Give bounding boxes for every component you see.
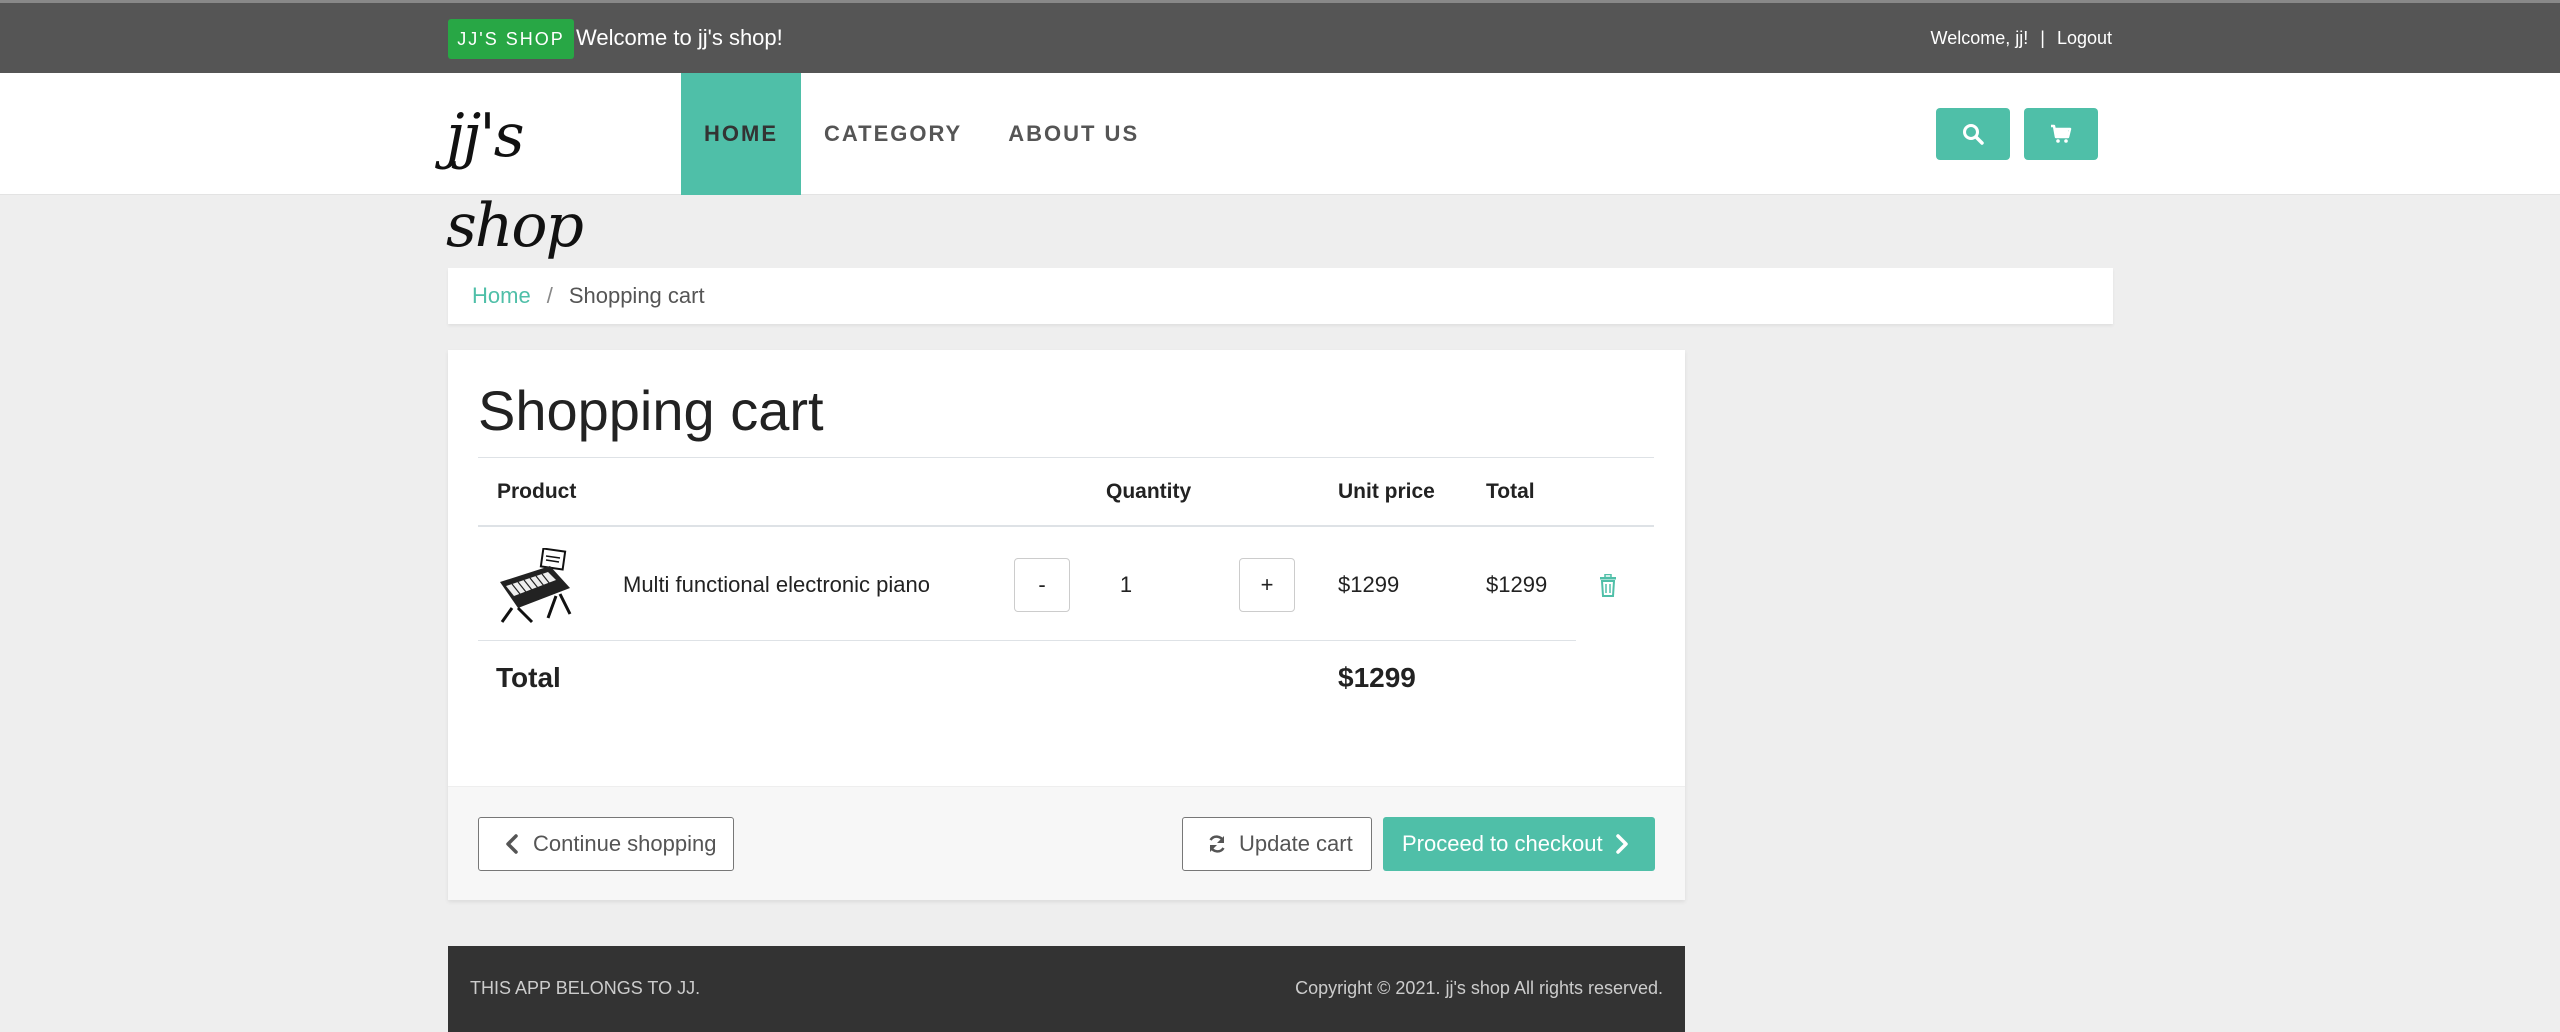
unit-price: $1299 [1338,572,1400,597]
nav-item-category[interactable]: CATEGORY [801,73,985,195]
nav-menu: HOME CATEGORY ABOUT US [681,73,1162,195]
cart-total-value: $1299 [1338,662,1416,693]
column-header-product: Product [497,480,577,503]
checkout-label: Proceed to checkout [1402,831,1603,856]
chevron-left-icon [506,834,518,854]
breadcrumb-home[interactable]: Home [472,283,531,309]
divider [478,640,1576,641]
divider [478,525,1654,527]
main-navbar: jj's shop HOME CATEGORY ABOUT US [0,73,2560,261]
page-title: Shopping cart [478,379,824,442]
breadcrumb: Home / Shopping cart [448,268,2113,324]
search-icon [1963,124,1984,145]
column-header-unit-price: Unit price [1338,480,1435,503]
column-header-total: Total [1486,480,1535,503]
continue-shopping-button[interactable]: Continue shopping [478,817,734,871]
logout-link[interactable]: Logout [2057,28,2112,49]
chevron-right-icon [1615,834,1628,854]
divider [478,457,1654,458]
cart-button[interactable] [2024,108,2098,160]
shopping-cart-panel: Shopping cart Product Quantity Unit pric… [448,350,1685,900]
breadcrumb-current: Shopping cart [568,283,705,308]
page-footer: THIS APP BELONGS TO JJ. Copyright © 2021… [448,946,1685,1032]
update-cart-button[interactable]: Update cart [1182,817,1372,871]
trash-icon[interactable] [1598,574,1618,598]
update-cart-label: Update cart [1239,831,1353,856]
breadcrumb-divider: / [546,283,553,308]
user-greeting: Welcome, jj! [1930,28,2029,48]
product-name[interactable]: Multi functional electronic piano [623,572,930,598]
cart-total-label: Total [496,662,561,693]
row-total: $1299 [1486,572,1548,597]
footer-copyright: Copyright © 2021. jj's shop All rights r… [1295,978,1663,998]
cart-actions: Continue shopping Update cart Proceed to… [448,786,1685,900]
nav-item-about-us[interactable]: ABOUT US [985,73,1162,195]
product-image[interactable] [496,548,574,624]
shop-logo[interactable]: jj's shop [446,91,660,261]
refresh-icon [1209,835,1225,853]
top-bar: JJ'S SHOP Welcome to jj's shop! Welcome,… [0,0,2560,73]
proceed-to-checkout-button[interactable]: Proceed to checkout [1383,817,1655,871]
separator: | [2040,28,2045,48]
nav-item-home[interactable]: HOME [681,73,801,195]
continue-shopping-label: Continue shopping [533,831,717,856]
column-header-quantity: Quantity [1106,480,1192,503]
quantity-value: 1 [1119,572,1133,597]
welcome-message: Welcome to jj's shop! [576,25,783,50]
cart-icon [2051,124,2072,143]
footer-owner-text: THIS APP BELONGS TO JJ. [470,978,701,998]
search-button[interactable] [1936,108,2010,160]
user-menu: Welcome, jj! | Logout [1931,28,2112,49]
decrease-quantity-button[interactable]: - [1014,558,1070,612]
shop-badge: JJ'S SHOP [448,19,574,59]
increase-quantity-button[interactable]: + [1239,558,1295,612]
